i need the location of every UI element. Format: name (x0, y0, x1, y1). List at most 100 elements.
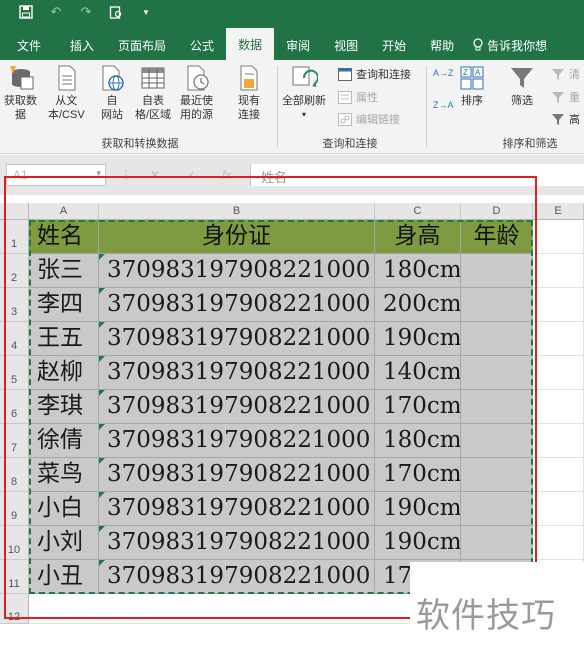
table-cell[interactable]: 李四 (29, 288, 99, 322)
row-header[interactable]: 7 (0, 424, 29, 458)
table-header-cell[interactable]: 身份证 (99, 220, 375, 254)
clear-filter-button[interactable]: 清 (551, 66, 580, 82)
table-cell[interactable]: 370983197908221000 (99, 458, 375, 492)
get-data-button[interactable]: 获取数 据 (4, 64, 37, 122)
undo-icon[interactable]: ↶ (48, 4, 64, 20)
table-cell[interactable] (461, 288, 533, 322)
tab-file[interactable]: 文件 (0, 30, 58, 60)
sort-asc-button[interactable]: A→Z (433, 68, 454, 78)
column-header-d[interactable]: D (461, 203, 533, 220)
table-cell[interactable]: 190cm (375, 322, 461, 356)
table-cell[interactable] (461, 458, 533, 492)
from-table-button[interactable]: 自表 格/区域 (135, 64, 171, 122)
empty-cell[interactable] (533, 322, 584, 356)
table-cell[interactable] (461, 254, 533, 288)
row-header[interactable]: 3 (0, 288, 29, 322)
empty-cell[interactable] (533, 254, 584, 288)
table-cell[interactable]: 370983197908221000 (99, 322, 375, 356)
tab-formulas[interactable]: 公式 (178, 30, 226, 60)
sort-button[interactable]: ZA 排序 (458, 64, 486, 108)
tell-me-box[interactable]: 告诉我你想 (466, 30, 559, 60)
empty-cell[interactable] (533, 424, 584, 458)
empty-cell[interactable] (533, 492, 584, 526)
queries-connections-button[interactable]: 查询和连接 (338, 66, 411, 82)
customize-qat-icon[interactable]: ▾ (138, 4, 154, 20)
table-cell[interactable]: 小白 (29, 492, 99, 526)
table-cell[interactable]: 370983197908221000 (99, 424, 375, 458)
name-box[interactable]: A1 ▾ (6, 164, 106, 186)
empty-cell[interactable] (533, 526, 584, 560)
filter-button[interactable]: 筛选 (508, 64, 536, 108)
table-cell[interactable]: 190cm (375, 526, 461, 560)
row-header[interactable]: 9 (0, 492, 29, 526)
tab-home[interactable]: 开始 (370, 30, 418, 60)
table-cell[interactable]: 370983197908221000 (99, 288, 375, 322)
table-cell[interactable] (461, 424, 533, 458)
empty-cell[interactable] (533, 356, 584, 390)
properties-button[interactable]: 属性 (338, 89, 378, 105)
table-header-cell[interactable]: 姓名 (29, 220, 99, 254)
tab-help[interactable]: 帮助 (418, 30, 466, 60)
table-cell[interactable]: 李琪 (29, 390, 99, 424)
table-cell[interactable]: 菜鸟 (29, 458, 99, 492)
advanced-filter-button[interactable]: 高 (551, 111, 580, 127)
tab-insert[interactable]: 插入 (58, 30, 106, 60)
cancel-icon[interactable]: ✕ (150, 168, 160, 182)
table-cell[interactable]: 370983197908221000 (99, 254, 375, 288)
table-cell[interactable]: 170cm (375, 458, 461, 492)
tab-data[interactable]: 数据 (226, 28, 275, 60)
empty-cell[interactable] (533, 390, 584, 424)
from-csv-button[interactable]: 从文 本/CSV (48, 64, 85, 122)
table-cell[interactable] (461, 356, 533, 390)
row-header[interactable]: 5 (0, 356, 29, 390)
row-header[interactable]: 4 (0, 322, 29, 356)
edit-links-button[interactable]: 编辑链接 (338, 111, 400, 127)
table-cell[interactable] (461, 322, 533, 356)
insert-function-icon[interactable]: fx (222, 168, 231, 182)
table-cell[interactable] (461, 526, 533, 560)
table-cell[interactable]: 370983197908221000 (99, 526, 375, 560)
table-cell[interactable]: 370983197908221000 (99, 390, 375, 424)
column-header-b[interactable]: B (99, 203, 375, 220)
row-header[interactable]: 6 (0, 390, 29, 424)
row-header[interactable]: 12 (0, 594, 29, 624)
row-header[interactable]: 1 (0, 220, 29, 254)
table-cell[interactable]: 180cm (375, 254, 461, 288)
row-header[interactable]: 2 (0, 254, 29, 288)
redo-icon[interactable]: ↷ (78, 4, 94, 20)
table-cell[interactable]: 张三 (29, 254, 99, 288)
tab-review[interactable]: 审阅 (274, 30, 322, 60)
from-web-button[interactable]: 自 网站 (98, 64, 126, 122)
table-cell[interactable]: 200cm (375, 288, 461, 322)
table-cell[interactable]: 170cm (375, 390, 461, 424)
table-cell[interactable]: 370983197908221000 (99, 356, 375, 390)
column-header-c[interactable]: C (375, 203, 461, 220)
row-header[interactable]: 11 (0, 560, 29, 594)
formula-input[interactable]: 姓名 (250, 164, 584, 186)
sort-desc-button[interactable]: Z→A (433, 100, 454, 110)
table-cell[interactable]: 190cm (375, 492, 461, 526)
print-preview-icon[interactable] (108, 4, 124, 20)
table-cell[interactable] (461, 390, 533, 424)
table-cell[interactable]: 徐倩 (29, 424, 99, 458)
table-cell[interactable]: 370983197908221000 (99, 560, 375, 594)
table-cell[interactable]: 赵柳 (29, 356, 99, 390)
table-cell[interactable]: 180cm (375, 424, 461, 458)
existing-connections-button[interactable]: 现有 连接 (235, 64, 263, 122)
reapply-button[interactable]: 重 (551, 89, 580, 105)
row-header[interactable]: 8 (0, 458, 29, 492)
table-header-cell[interactable]: 身高 (375, 220, 461, 254)
empty-cell[interactable] (533, 288, 584, 322)
recent-sources-button[interactable]: 最近使 用的源 (180, 64, 213, 122)
table-header-cell[interactable]: 年龄 (461, 220, 533, 254)
table-cell[interactable]: 140cm (375, 356, 461, 390)
table-cell[interactable]: 小丑 (29, 560, 99, 594)
enter-icon[interactable]: ✓ (186, 168, 196, 182)
empty-cell[interactable] (533, 458, 584, 492)
column-header-a[interactable]: A (29, 203, 99, 220)
row-header[interactable]: 10 (0, 526, 29, 560)
save-icon[interactable] (18, 4, 34, 20)
empty-cell[interactable] (533, 220, 584, 254)
table-cell[interactable] (461, 492, 533, 526)
refresh-all-button[interactable]: 全部刷新 ▾ (282, 64, 326, 122)
